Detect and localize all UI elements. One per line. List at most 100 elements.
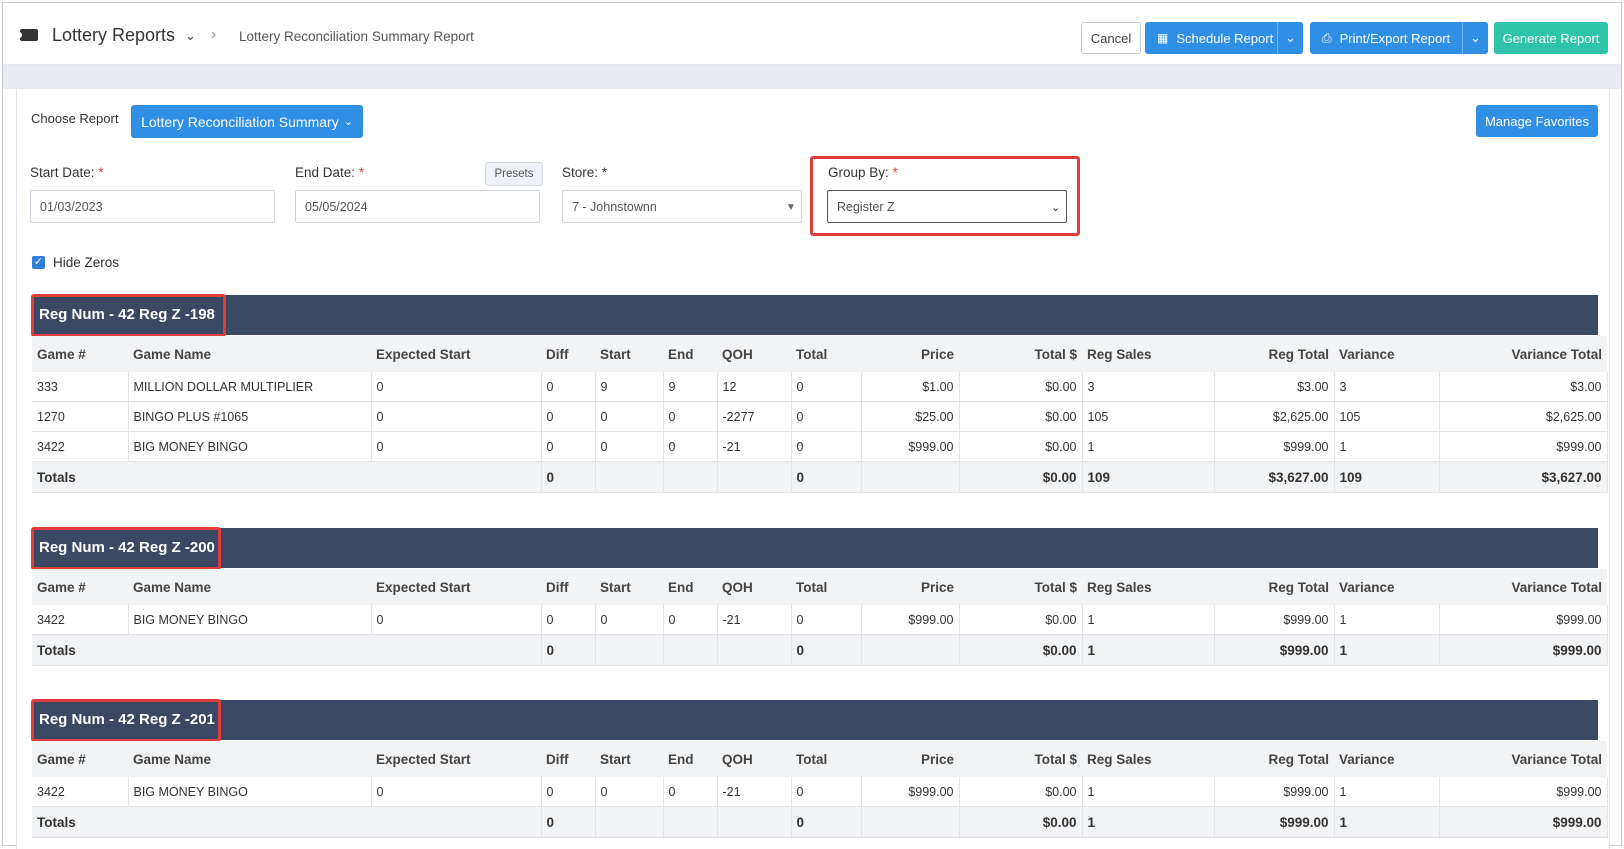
table-header-row: Game # Game Name Expected Start Diff Sta… [32,741,1607,777]
end-date-input[interactable]: 05/05/2024 [295,190,540,223]
total-empty [717,461,792,493]
total-diff: 0 [541,806,596,838]
cell-price: $999.00 [861,605,960,635]
total-total: 0 [791,461,862,493]
cell-variance: 105 [1334,401,1440,432]
cell-reg-total: $2,625.00 [1214,401,1335,432]
total-diff: 0 [541,461,596,493]
column-header: Reg Sales [1082,336,1214,372]
cell-game-number: 3422 [32,605,129,635]
total-total-dollars: $0.00 [959,806,1083,838]
cancel-button[interactable]: Cancel [1081,22,1141,54]
section-header [32,700,1598,740]
cell-end: 0 [663,605,718,635]
column-header: Price [861,336,959,372]
store-select[interactable]: 7 - Johnstownn [562,190,802,223]
column-header: Total $ [959,741,1082,777]
total-empty [663,634,718,666]
cell-total: 0 [791,401,862,432]
cell-reg-sales: 105 [1082,401,1215,432]
column-header: Total [791,336,861,372]
cell-total-dollars: $0.00 [959,431,1083,462]
cell-diff: 0 [541,401,596,432]
total-diff: 0 [541,634,596,666]
cell-expected-start: 0 [371,372,542,402]
cell-start: 9 [595,372,664,402]
print-export-label: Print/Export Report [1339,30,1451,46]
totals-label: Totals [32,806,542,838]
column-header: Reg Total [1214,336,1334,372]
required-mark: * [98,165,104,180]
section-title: Reg Num - 42 Reg Z -201 [39,711,215,728]
column-header: Start [595,569,663,605]
column-header: Reg Total [1214,569,1334,605]
schedule-dropdown-toggle[interactable]: ⌄ [1277,22,1303,54]
total-variance-total: $3,627.00 [1439,461,1608,493]
cell-reg-sales: 1 [1082,777,1215,807]
store-label-text: Store: [562,165,599,180]
table-row: 3422 BIG MONEY BINGO 0 0 0 0 -21 0 $999.… [32,777,1608,807]
cell-reg-sales: 3 [1082,372,1215,402]
cell-game-name: BIG MONEY BINGO [128,605,372,635]
total-empty [717,806,792,838]
cell-game-number: 333 [32,372,129,402]
cell-expected-start: 0 [371,431,542,462]
cell-variance: 1 [1334,777,1440,807]
column-header: Diff [541,569,595,605]
cell-variance: 1 [1334,605,1440,635]
cell-game-name: BIG MONEY BINGO [128,777,372,807]
cell-end: 0 [663,777,718,807]
chevron-down-icon[interactable]: ⌄ [185,28,196,44]
column-header: Total [791,569,861,605]
app-window: Lottery Reports ⌄ › Lottery Reconciliati… [2,2,1622,849]
column-header: Start [595,336,663,372]
total-total-dollars: $0.00 [959,634,1083,666]
presets-button[interactable]: Presets [485,162,543,186]
cell-qoh: -21 [717,777,792,807]
cell-game-number: 3422 [32,431,129,462]
chevron-down-icon: ⌄ [1470,30,1481,45]
cell-game-number: 1270 [32,401,129,432]
generate-report-button[interactable]: Generate Report [1494,22,1608,54]
cell-variance-total: $999.00 [1439,605,1608,635]
cell-game-name: BINGO PLUS #1065 [128,401,372,432]
start-date-input[interactable]: 01/03/2023 [30,190,275,223]
report-selector-button[interactable]: Lottery Reconciliation Summary ⌄ [131,105,363,138]
chevron-down-icon: ⌄ [1285,30,1296,45]
start-date-label-text: Start Date: [30,165,95,180]
cell-reg-sales: 1 [1082,431,1215,462]
cell-end: 9 [663,372,718,402]
hide-zeros-checkbox[interactable]: ✓ [32,256,45,269]
section-header [32,295,1598,335]
total-empty [861,461,960,493]
report-table: Game # Game Name Expected Start Diff Sta… [32,569,1608,666]
cell-qoh: -21 [717,605,792,635]
table-header-row: Game # Game Name Expected Start Diff Sta… [32,336,1607,372]
column-header: Total $ [959,336,1082,372]
print-export-dropdown-toggle[interactable]: ⌄ [1462,22,1488,54]
column-header: Variance [1334,336,1439,372]
cell-total-dollars: $0.00 [959,605,1083,635]
chevron-right-icon: › [211,26,217,43]
cell-qoh: -21 [717,431,792,462]
cell-diff: 0 [541,605,596,635]
column-header: Start [595,741,663,777]
cell-total-dollars: $0.00 [959,401,1083,432]
manage-favorites-button[interactable]: Manage Favorites [1476,105,1598,137]
column-header: Reg Sales [1082,741,1214,777]
total-reg-sales: 109 [1082,461,1215,493]
total-variance: 1 [1334,634,1440,666]
app-title[interactable]: Lottery Reports [52,25,175,46]
cell-variance-total: $999.00 [1439,777,1608,807]
column-header: Expected Start [371,569,541,605]
total-total: 0 [791,806,862,838]
column-header: QOH [717,569,791,605]
cell-variance-total: $2,625.00 [1439,401,1608,432]
total-empty [861,806,960,838]
total-empty [663,461,718,493]
cell-start: 0 [595,777,664,807]
breadcrumb: Lottery Reconciliation Summary Report [239,29,474,44]
totals-row: Totals 0 0 $0.00 1 $999.00 1 $999.00 [32,634,1608,666]
column-header: Variance Total [1439,569,1607,605]
total-reg-total: $3,627.00 [1214,461,1335,493]
